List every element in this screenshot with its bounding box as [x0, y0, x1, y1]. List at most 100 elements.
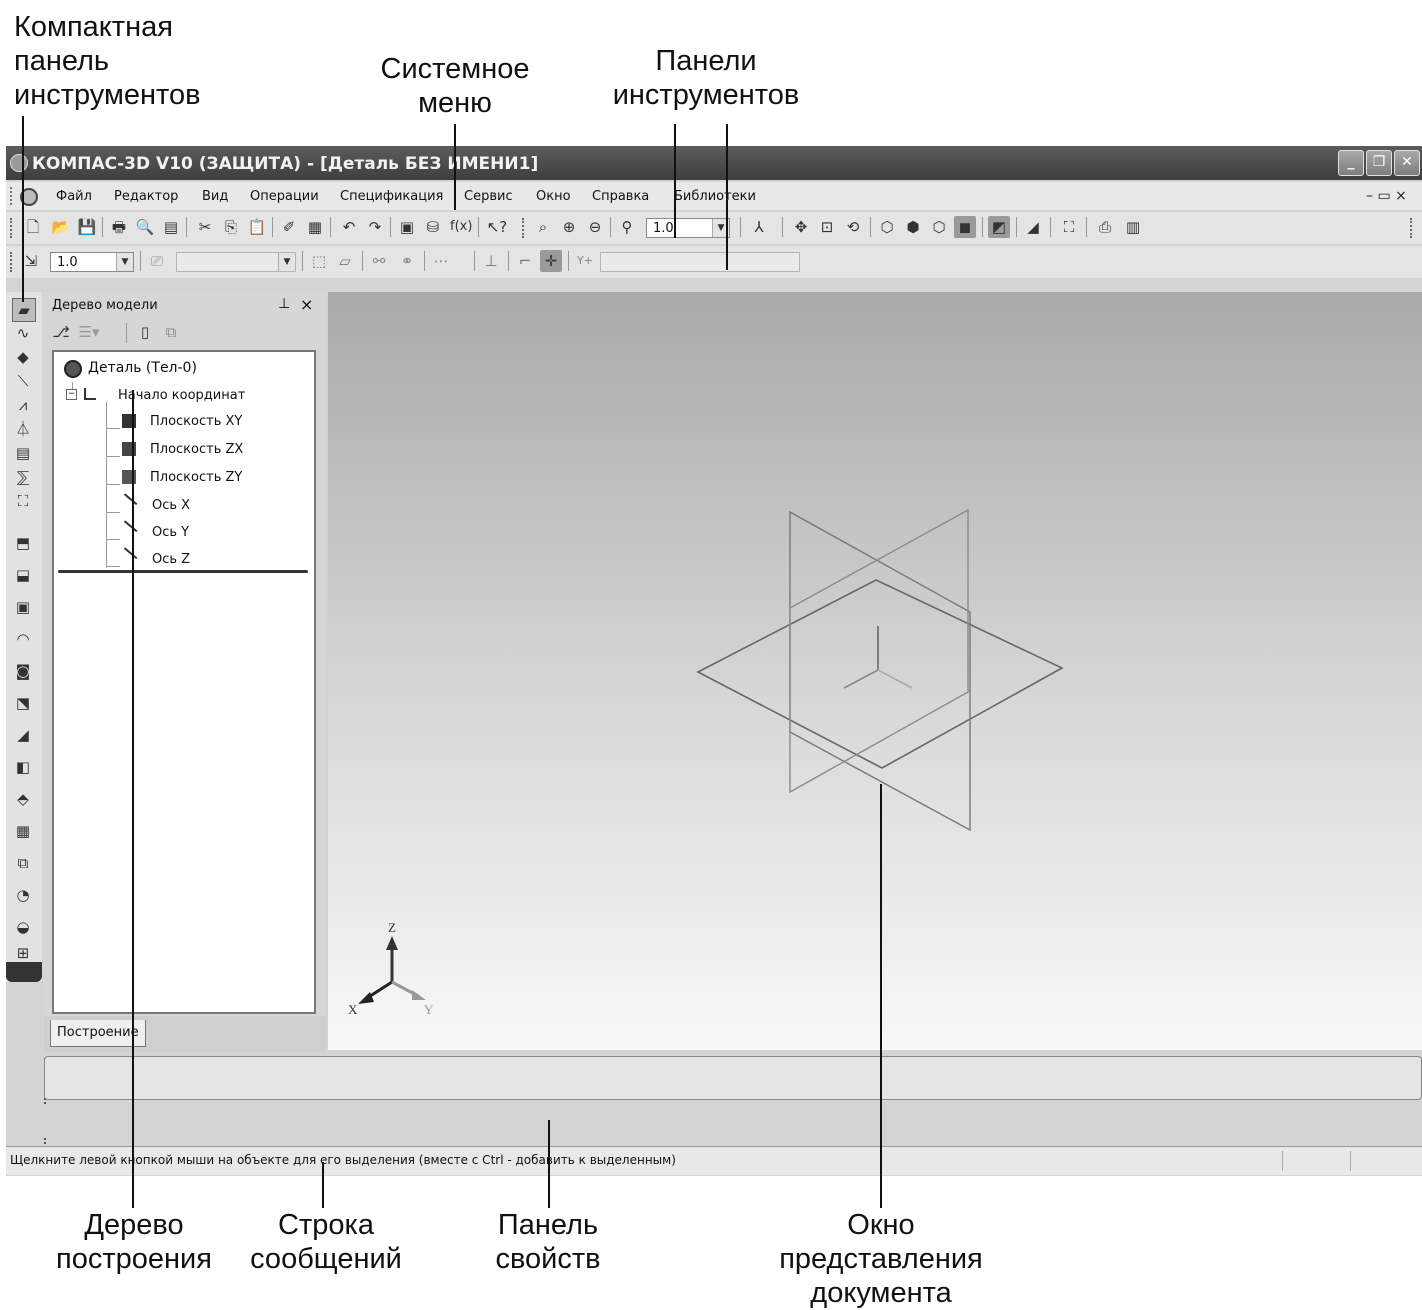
title-bar[interactable]: КОМПАС-3D V10 (ЗАЩИТА) - [Деталь БЕЗ ИМЕ… [6, 146, 1422, 180]
manager-icon[interactable]: ⛁ [422, 216, 444, 238]
tool-loft-icon[interactable]: ◠ [12, 628, 34, 650]
minimize-button[interactable]: _ [1338, 150, 1364, 176]
model-tree-toggle-icon[interactable]: ⛶ [1058, 216, 1080, 238]
tree-node-axis-z[interactable]: Ось Z [152, 552, 190, 567]
toolbar-grip[interactable] [1410, 218, 1415, 238]
new-document-icon[interactable]: 🗋 [22, 216, 44, 238]
menu-view[interactable]: Вид [202, 189, 228, 204]
plane-icon[interactable]: ⬚ [308, 250, 330, 272]
step-combo[interactable]: 1.0 ▼ [50, 252, 134, 272]
compact-spatial-curves-icon[interactable]: ∿ [12, 322, 34, 344]
calculator-icon[interactable]: ▣ [396, 216, 418, 238]
menu-operations[interactable]: Операции [250, 189, 319, 204]
chevron-down-icon[interactable]: ▼ [116, 253, 133, 271]
menu-grip[interactable] [10, 187, 15, 205]
tool-cut-rotate-icon[interactable]: ⬔ [12, 692, 34, 714]
menu-window[interactable]: Окно [536, 189, 571, 204]
menu-service[interactable]: Сервис [464, 189, 513, 204]
chevron-down-icon[interactable]: ▼ [278, 253, 295, 271]
menu-editor[interactable]: Редактор [114, 189, 178, 204]
tool-mirror-icon[interactable]: ◒ [12, 916, 34, 938]
variables-fx-icon[interactable]: f(x) [450, 216, 472, 238]
cursor-coordinates-field[interactable] [600, 252, 800, 272]
compact-reports-icon[interactable]: ⅀ [12, 466, 34, 488]
compact-elements-icon[interactable]: ⛶ [12, 490, 34, 512]
library-manager-icon[interactable]: ⎙ [1094, 216, 1116, 238]
properties-brush-icon[interactable]: ✐ [278, 216, 300, 238]
snap-icon[interactable]: ✛ [540, 250, 562, 272]
rotate-icon[interactable]: ⟲ [842, 216, 864, 238]
menu-file[interactable]: Файл [56, 189, 92, 204]
cut-icon[interactable]: ✂ [194, 216, 216, 238]
tool-pattern-icon[interactable]: ⧉ [12, 852, 34, 874]
toolbar-grip[interactable] [10, 252, 15, 272]
tool-rotate-icon[interactable]: ⬓ [12, 564, 34, 586]
pan-icon[interactable]: ✥ [790, 216, 812, 238]
show-all-icon[interactable]: ⊡ [816, 216, 838, 238]
compact-edit-detail-icon[interactable]: ▰ [12, 298, 36, 322]
halftone-outline-icon[interactable]: ◩ [988, 216, 1010, 238]
hidden-thin-icon[interactable]: ⬡ [928, 216, 950, 238]
help-pointer-icon[interactable]: ↖? [486, 216, 508, 238]
tool-shell-icon[interactable]: ▦ [12, 820, 34, 842]
close-icon[interactable]: × [300, 295, 313, 314]
toolbar-grip[interactable] [522, 218, 527, 238]
redo-icon[interactable]: ↷ [364, 216, 386, 238]
zoom-out-icon[interactable]: ⊖ [584, 216, 606, 238]
document-manager-icon[interactable]: ▤ [160, 216, 182, 238]
menu-specification[interactable]: Спецификация [340, 189, 443, 204]
specification-icon[interactable]: ▥ [1122, 216, 1144, 238]
tree-node-plane-zx[interactable]: Плоскость ZX [150, 442, 243, 457]
tree-node-part[interactable]: Деталь (Тел-0) [88, 360, 197, 376]
wireframe-icon[interactable]: ⬡ [876, 216, 898, 238]
orientation-icon[interactable]: ⅄ [748, 216, 770, 238]
toolbar-grip[interactable] [10, 218, 15, 238]
tool-fillet-icon[interactable]: ◢ [12, 724, 34, 746]
parametrize-icon[interactable]: ⚯ [368, 250, 390, 272]
tree-node-axis-x[interactable]: Ось X [152, 498, 190, 513]
compact-surfaces-icon[interactable]: ◆ [12, 346, 34, 368]
constraint-icon[interactable]: ⚭ [396, 250, 418, 272]
open-icon[interactable]: 📂 [50, 216, 72, 238]
document-view-window[interactable]: Z X Y [328, 292, 1422, 1050]
perspective-icon[interactable]: ◢ [1022, 216, 1044, 238]
zoom-combo[interactable]: 1.0 ▼ [646, 218, 730, 238]
sketch-icon[interactable]: ▱ [334, 250, 356, 272]
layer-icon[interactable]: ⎚ [146, 250, 168, 272]
tool-cut-icon[interactable]: ◙ [12, 660, 34, 682]
layer-combo[interactable]: ▼ [176, 252, 296, 272]
tool-kinematic-icon[interactable]: ▣ [12, 596, 34, 618]
pin-icon[interactable]: ⊥ [278, 296, 290, 312]
mdi-controls[interactable]: – ▭ × [1366, 188, 1407, 204]
tree-separate-window-icon[interactable]: ▯ [134, 321, 156, 343]
paste-icon[interactable]: 📋 [246, 216, 268, 238]
grid-icon[interactable]: ⋯ [430, 250, 452, 272]
zoom-window-icon[interactable]: ⌕ [532, 216, 554, 238]
ortho-icon[interactable]: ⌐ [514, 250, 536, 272]
local-cs-icon[interactable]: ⊥ [480, 250, 502, 272]
tool-rib-icon[interactable]: ⬘ [12, 788, 34, 810]
compact-auxiliary-geometry-icon[interactable]: ⟍ [12, 370, 34, 392]
tree-relations-icon[interactable]: ⧉ [160, 321, 182, 343]
compact-measure-icon[interactable]: ⩘ [12, 394, 34, 416]
tree-node-axis-y[interactable]: Ось Y [152, 525, 189, 540]
tree-order-icon[interactable]: ⎇ [50, 321, 72, 343]
collapse-toggle-icon[interactable]: − [66, 389, 77, 400]
compact-specification-icon[interactable]: ▤ [12, 442, 34, 464]
tool-extrude-icon[interactable]: ⬒ [12, 532, 34, 554]
tree-node-plane-xy[interactable]: Плоскость XY [150, 414, 242, 429]
menu-help[interactable]: Справка [592, 189, 649, 204]
cursor-coordinates-icon[interactable]: Y+ [574, 250, 596, 272]
close-button[interactable]: ✕ [1394, 150, 1420, 176]
tool-more-icon[interactable]: ⊞ [12, 942, 34, 964]
properties-panel[interactable] [44, 1056, 1422, 1100]
halftone-icon[interactable]: ◼ [954, 216, 976, 238]
tree-node-plane-zy[interactable]: Плоскость ZY [150, 470, 242, 485]
save-icon[interactable]: 💾 [76, 216, 98, 238]
hidden-lines-icon[interactable]: ⬢ [902, 216, 924, 238]
copy-icon[interactable]: ⎘ [220, 216, 242, 238]
print-icon[interactable]: 🖶 [108, 216, 130, 238]
maximize-button[interactable]: ❐ [1366, 150, 1392, 176]
tree-structure-icon[interactable]: ☰▾ [78, 321, 100, 343]
tool-chamfer-icon[interactable]: ◧ [12, 756, 34, 778]
